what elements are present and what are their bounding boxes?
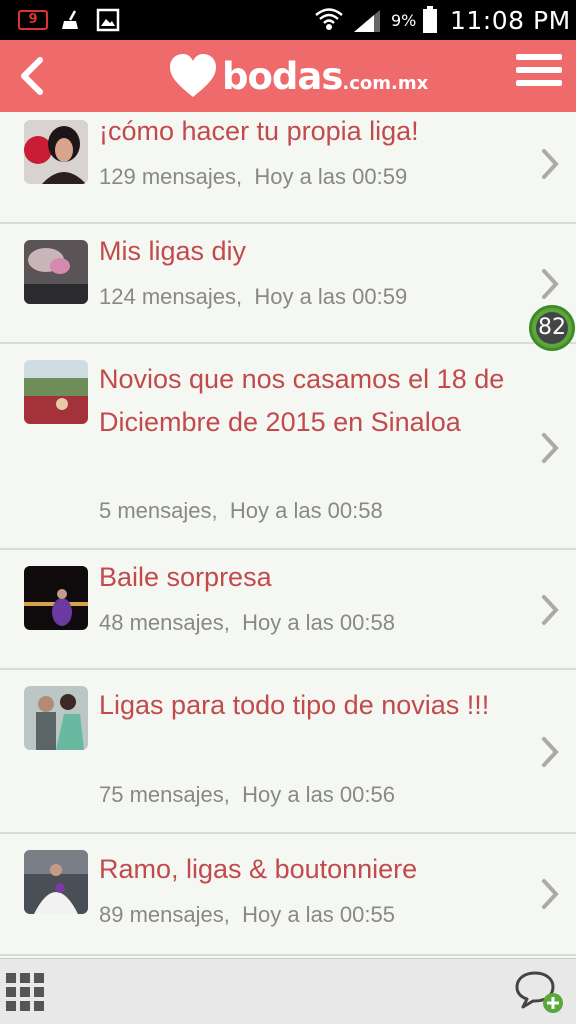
thread-avatar [24,360,88,424]
status-bar: 9 9% 11:08 PM [0,0,576,40]
thread-title: Ramo, ligas & boutonniere [99,854,418,884]
thread-title: Novios que nos casamos el 18 de Diciembr… [99,364,505,437]
thread-item[interactable]: Baile sorpresa 48 mensajes, Hoy a las 00… [0,550,576,670]
grid-dot-icon [34,987,44,997]
last-activity: Hoy a las 00:58 [229,498,383,523]
thread-item[interactable]: Ligas para todo tipo de novias !!! 75 me… [0,670,576,834]
back-button[interactable] [10,50,54,102]
thread-avatar [24,850,88,914]
chevron-right-icon [542,433,559,463]
logo-tld: .com.mx [342,72,429,94]
thread-meta: 129 mensajes, Hoy a las 00:59 [99,164,407,190]
chevron-right-icon [542,737,559,767]
badge-count: 82 [538,315,566,340]
apps-grid-button[interactable] [6,973,46,1013]
message-count: 89 mensajes, [99,902,230,927]
wifi-icon [315,8,343,30]
message-count: 5 mensajes, [99,498,218,523]
heart-logo-icon [170,54,216,97]
message-count: 75 mensajes, [99,782,230,807]
bodas-logo[interactable]: bodas .com.mx [168,48,428,104]
message-count: 124 mensajes, [99,284,243,309]
floating-counter-badge[interactable]: 82 [529,305,575,351]
thread-list: ¡cómo hacer tu propia liga! 129 mensajes… [0,112,576,958]
thread-title: Baile sorpresa [99,562,272,592]
thread-avatar [24,120,88,184]
grid-dot-icon [6,1001,16,1011]
grid-dot-icon [6,973,16,983]
thread-meta: 124 mensajes, Hoy a las 00:59 [99,284,407,310]
thread-title: Mis ligas diy [99,236,247,266]
grid-dot-icon [20,973,30,983]
grid-dot-icon [34,1001,44,1011]
hamburger-menu-button[interactable] [516,54,562,98]
cleaning-broom-icon [62,10,78,29]
logo-name: bodas [222,54,343,98]
back-chevron-icon [21,57,43,95]
notification-count-icon: 9 [18,10,48,30]
last-activity: Hoy a las 00:56 [242,782,395,807]
grid-dot-icon [34,973,44,983]
thread-item[interactable]: Ramo, ligas & boutonniere 89 mensajes, H… [0,834,576,956]
thread-item[interactable]: ¡cómo hacer tu propia liga! 129 mensajes… [0,112,576,224]
message-count: 48 mensajes, [99,610,230,635]
battery-percent: 9% [391,11,417,30]
menu-bar-icon [516,80,562,86]
menu-bar-icon [516,54,562,60]
new-conversation-button[interactable] [513,969,565,1015]
bottom-toolbar [0,958,576,1024]
thread-avatar [24,566,88,630]
grid-dot-icon [20,987,30,997]
chevron-right-icon [542,149,559,179]
thread-item[interactable]: Mis ligas diy 124 mensajes, Hoy a las 00… [0,224,576,344]
thread-avatar [24,240,88,304]
chat-add-icon [515,971,563,1013]
last-activity: Hoy a las 00:55 [242,902,395,927]
thread-meta: 89 mensajes, Hoy a las 00:55 [99,902,395,928]
menu-bar-icon [516,67,562,73]
last-activity: Hoy a las 00:59 [254,164,408,189]
gallery-image-icon [96,8,120,32]
thread-meta: 48 mensajes, Hoy a las 00:58 [99,610,395,636]
thread-item[interactable]: Novios que nos casamos el 18 de Diciembr… [0,344,576,550]
chevron-right-icon [542,269,559,299]
thread-title: Ligas para todo tipo de novias !!! [99,690,490,720]
last-activity: Hoy a las 00:59 [254,284,408,309]
thread-meta: 5 mensajes, Hoy a las 00:58 [99,498,383,524]
status-time: 11:08 PM [450,6,571,35]
thread-title: ¡cómo hacer tu propia liga! [99,116,419,146]
chevron-right-icon [542,595,559,625]
grid-dot-icon [6,987,16,997]
chevron-right-icon [542,879,559,909]
signal-strength-icon [354,10,380,32]
battery-icon [423,6,437,33]
thread-meta: 75 mensajes, Hoy a las 00:56 [99,782,395,808]
app-header: bodas .com.mx [0,40,576,112]
thread-avatar [24,686,88,750]
message-count: 129 mensajes, [99,164,243,189]
last-activity: Hoy a las 00:58 [242,610,395,635]
grid-dot-icon [20,1001,30,1011]
